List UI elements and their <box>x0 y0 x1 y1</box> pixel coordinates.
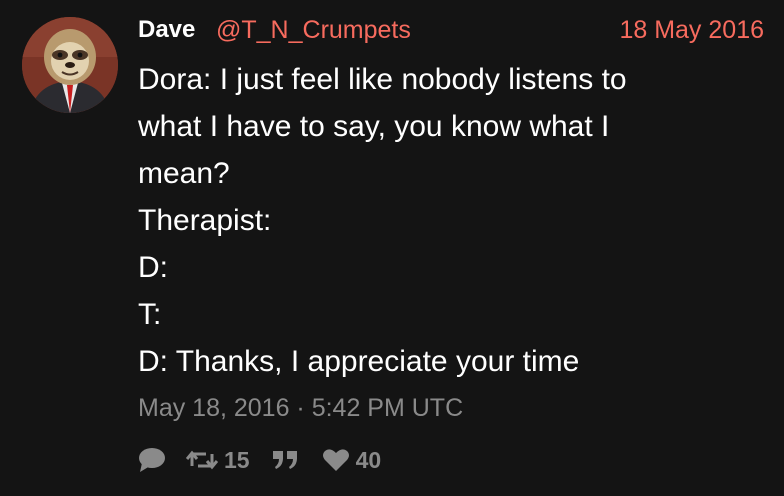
quote-icon <box>272 451 297 469</box>
tweet-line: what I have to say, you know what I <box>138 110 610 143</box>
avatar[interactable] <box>22 17 118 113</box>
tweet-line: Dora: I just feel like nobody listens to <box>138 63 627 96</box>
tweet-actions: 15 40 <box>138 443 381 477</box>
tweet-text: Dora: I just feel like nobody listens to… <box>138 56 768 385</box>
sloth-avatar-icon <box>22 17 118 113</box>
retweet-icon <box>186 450 218 470</box>
like-button[interactable]: 40 <box>322 446 382 474</box>
tweet-line: Therapist: <box>138 204 272 237</box>
tweet-card: Dave @T_N_Crumpets 18 May 2016 Dora: I j… <box>0 0 784 496</box>
tweet-line: D: <box>138 251 168 284</box>
retweet-count: 15 <box>224 446 250 473</box>
speech-bubble-icon <box>139 448 165 472</box>
author-handle[interactable]: @T_N_Crumpets <box>216 14 411 46</box>
tweet-header: Dave @T_N_Crumpets 18 May 2016 <box>138 14 764 46</box>
retweet-button[interactable]: 15 <box>186 447 250 474</box>
author-name[interactable]: Dave <box>138 14 195 46</box>
like-count: 40 <box>355 446 382 473</box>
tweet-line: T: <box>138 298 162 331</box>
tweet-line: mean? <box>138 157 230 190</box>
reply-button[interactable] <box>138 447 166 473</box>
heart-icon <box>322 449 349 471</box>
tweet-timestamp[interactable]: May 18, 2016 · 5:42 PM UTC <box>138 390 463 426</box>
quote-button[interactable] <box>272 448 300 472</box>
tweet-date[interactable]: 18 May 2016 <box>619 14 764 46</box>
tweet-line: D: Thanks, I appreciate your time <box>138 345 580 378</box>
